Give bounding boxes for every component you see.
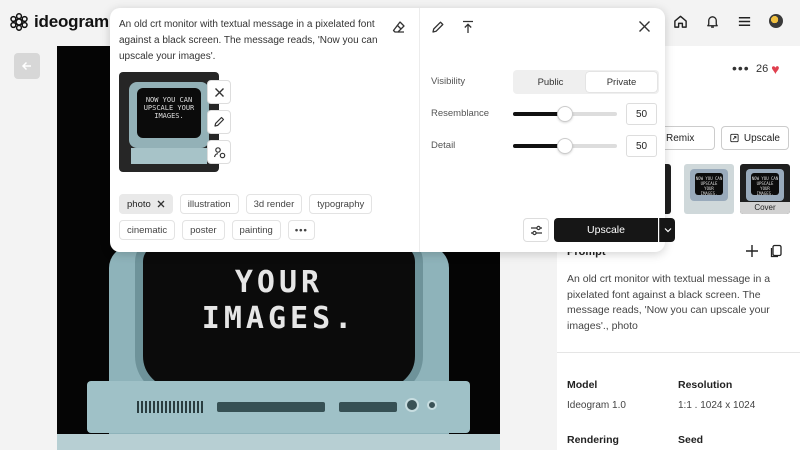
thumbnail-cover[interactable]: NOW YOU CAN UPSCALE YOUR IMAGES. Cover: [740, 164, 790, 214]
tag-cinematic[interactable]: cinematic: [119, 220, 176, 240]
preview-text: NOW YOU CAN UPSCALE YOUR IMAGES.: [137, 88, 201, 138]
detail-slider-handle[interactable]: [557, 138, 573, 154]
avatar[interactable]: [768, 13, 784, 29]
tag-poster[interactable]: poster: [182, 220, 225, 240]
cover-badge: Cover: [740, 202, 790, 214]
bell-icon[interactable]: [704, 13, 720, 29]
likes[interactable]: 26 ♥: [756, 60, 780, 77]
detail-value-input[interactable]: 50: [626, 135, 657, 157]
remove-image-button[interactable]: [207, 80, 231, 104]
tag-photo[interactable]: photo: [119, 194, 173, 214]
prompt-text: An old crt monitor with textual message …: [567, 273, 771, 332]
model-label: Model: [567, 379, 598, 391]
visibility-public-option[interactable]: Public: [515, 72, 586, 92]
image-text-line1: YOUR: [234, 265, 324, 300]
tag-illustration[interactable]: illustration: [179, 194, 239, 214]
chevron-down-icon: [664, 228, 671, 233]
crt-slot: [339, 402, 397, 412]
crt-knob: [405, 398, 419, 412]
tag-3d-render[interactable]: 3d render: [245, 194, 303, 214]
edit-image-button[interactable]: [207, 110, 231, 134]
copy-icon[interactable]: [769, 244, 783, 258]
desk: [57, 434, 500, 450]
back-button[interactable]: [14, 53, 40, 79]
logo[interactable]: ideogram: [10, 12, 109, 32]
model-value: Ideogram 1.0: [567, 400, 626, 411]
divider: [419, 8, 420, 252]
resemblance-value-input[interactable]: 50: [626, 103, 657, 125]
detail-label: Detail: [431, 140, 456, 151]
likes-count: 26: [756, 63, 769, 75]
crt-vent: [137, 401, 203, 413]
seed-label: Seed: [678, 434, 704, 446]
close-dialog-icon[interactable]: [638, 20, 651, 33]
more-tags-button[interactable]: •••: [287, 220, 315, 240]
resemblance-slider-handle[interactable]: [557, 106, 573, 122]
settings-button[interactable]: [523, 218, 549, 242]
close-icon: [214, 87, 224, 97]
menu-icon[interactable]: [736, 13, 752, 29]
divider: [557, 352, 800, 353]
crt-screen: YOUR IMAGES.: [135, 236, 423, 396]
sliders-icon: [530, 225, 542, 235]
arrow-left-icon: [21, 61, 31, 71]
preview-image: NOW YOU CAN UPSCALE YOUR IMAGES.: [119, 72, 219, 172]
upload-icon[interactable]: [461, 20, 475, 34]
home-icon[interactable]: [672, 13, 688, 29]
upscale-icon: [730, 133, 739, 143]
more-options-icon[interactable]: •••: [732, 60, 750, 76]
tag-painting[interactable]: painting: [231, 220, 281, 240]
upscale-button[interactable]: Upscale: [554, 218, 658, 242]
resolution-value: 1:1 . 1024 x 1024: [678, 400, 756, 411]
image-settings-button[interactable]: [207, 140, 231, 164]
pencil-icon: [214, 116, 225, 127]
visibility-toggle: Public Private: [513, 70, 659, 94]
pencil-icon[interactable]: [431, 20, 445, 34]
resemblance-slider[interactable]: [513, 106, 617, 122]
close-icon[interactable]: [157, 200, 165, 208]
image-text-line2: IMAGES.: [201, 301, 357, 336]
style-tags: photo illustration 3d render typography …: [119, 194, 409, 240]
resemblance-label: Resemblance: [431, 108, 490, 119]
upscale-panel-label: Upscale: [743, 132, 780, 144]
rendering-label: Rendering: [567, 434, 619, 446]
upscale-dialog: An old crt monitor with textual message …: [110, 8, 675, 252]
image-person-icon: [213, 146, 225, 158]
visibility-label: Visibility: [431, 76, 466, 87]
upscale-options-button[interactable]: [659, 218, 675, 242]
upscale-panel-button[interactable]: Upscale: [721, 126, 789, 150]
detail-slider[interactable]: [513, 138, 617, 154]
logo-text: ideogram: [34, 12, 109, 31]
resolution-label: Resolution: [678, 379, 733, 391]
tag-typography[interactable]: typography: [309, 194, 373, 214]
popup-prompt-text: An old crt monitor with textual message …: [119, 19, 378, 62]
add-icon[interactable]: [745, 244, 759, 258]
crt-slot: [217, 402, 325, 412]
crt-knob: [427, 400, 437, 410]
remix-button[interactable]: Remix: [657, 126, 715, 150]
eraser-icon[interactable]: [392, 20, 406, 34]
remix-label: Remix: [666, 132, 695, 144]
thumbnail[interactable]: NOW YOU CAN UPSCALE YOUR IMAGES.: [684, 164, 734, 214]
visibility-private-option[interactable]: Private: [586, 72, 657, 92]
heart-icon: ♥: [771, 60, 780, 77]
logo-icon: [10, 13, 28, 31]
